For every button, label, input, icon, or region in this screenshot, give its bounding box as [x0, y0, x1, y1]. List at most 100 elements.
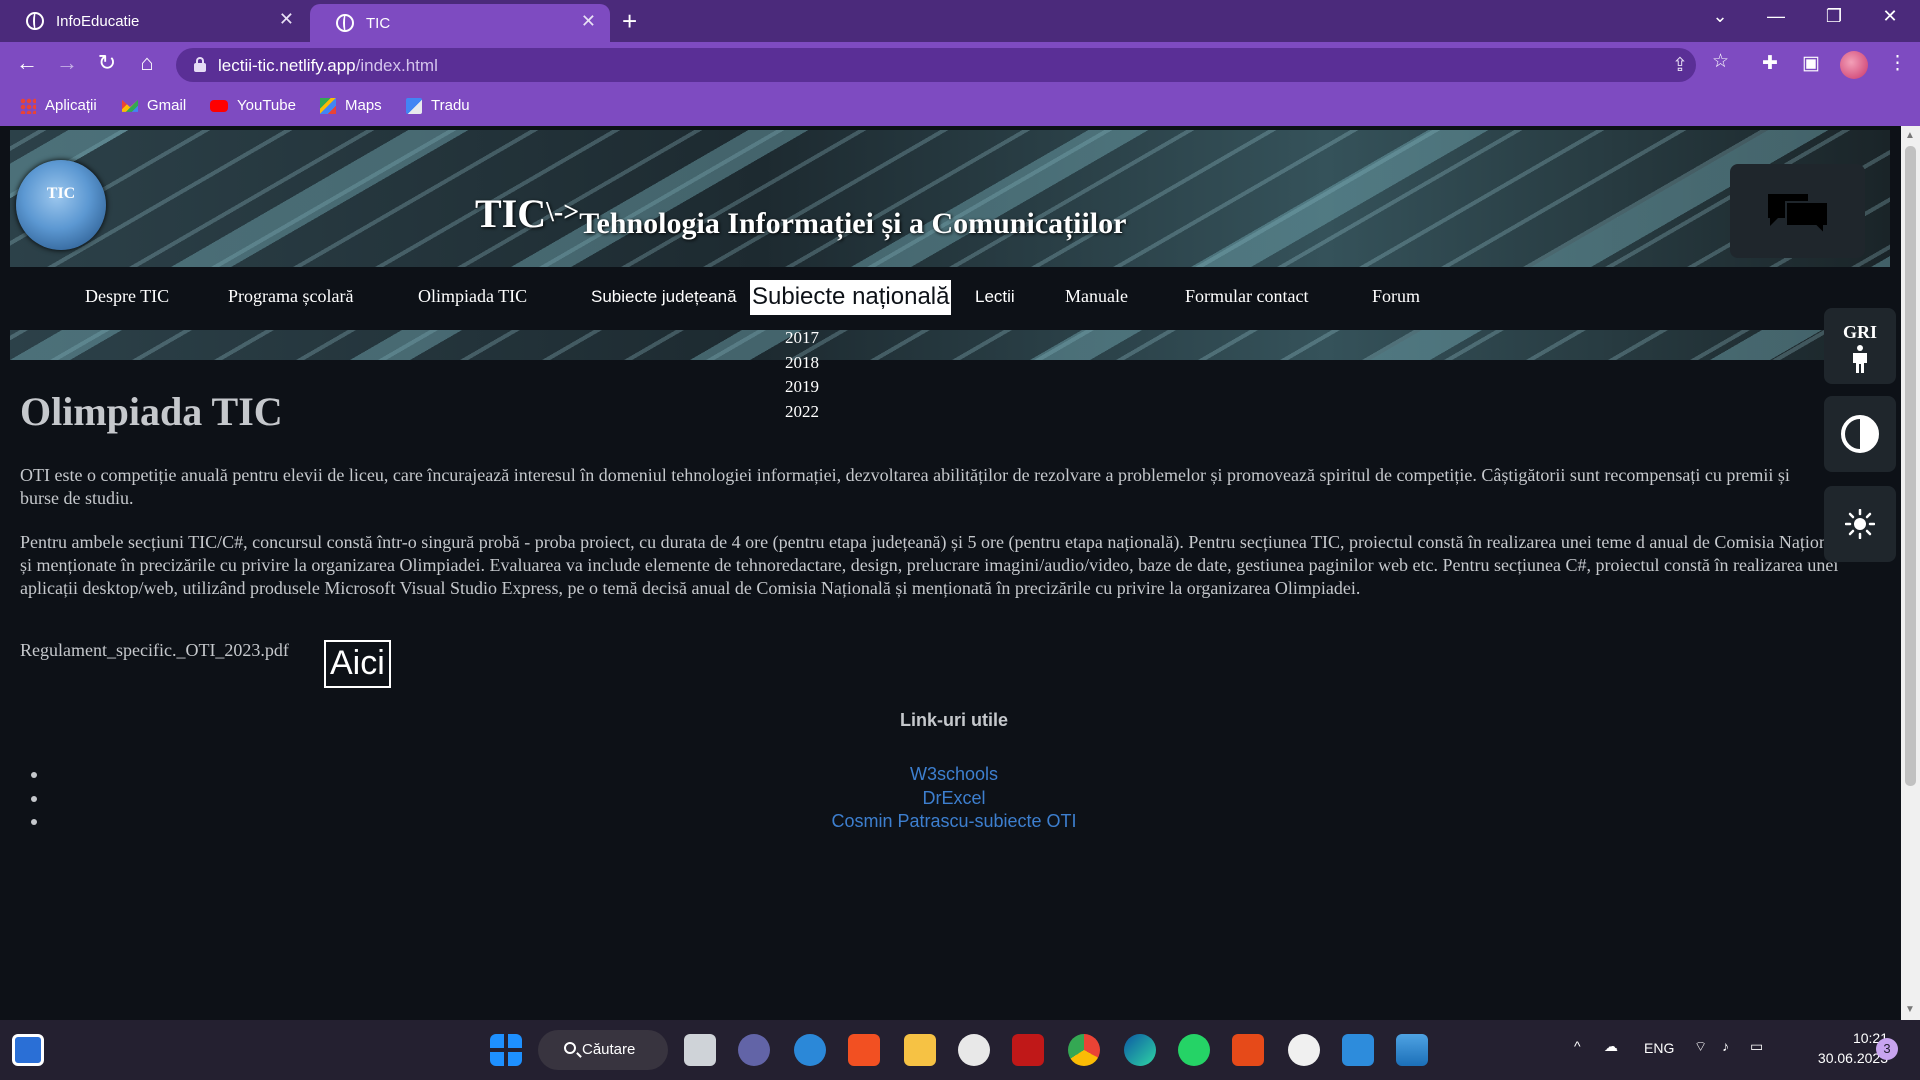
- intro-paragraph: OTI este o competiție anuală pentru elev…: [20, 465, 1790, 508]
- task-view-icon[interactable]: [684, 1034, 716, 1066]
- tab-infoeducatie[interactable]: InfoEducatie ✕: [0, 0, 308, 42]
- share-icon[interactable]: ⇪: [1672, 54, 1688, 77]
- contrast-button[interactable]: [1824, 396, 1896, 472]
- file-explorer-icon[interactable]: [904, 1034, 936, 1066]
- chat-bubbles-icon: [1768, 194, 1829, 234]
- tab-search-icon[interactable]: ⌄: [1700, 6, 1740, 27]
- edge-icon[interactable]: [1124, 1034, 1156, 1066]
- nav-manuale[interactable]: Manuale: [1065, 286, 1128, 307]
- windows-start-icon[interactable]: [490, 1034, 522, 1066]
- nav-formular-contact[interactable]: Formular contact: [1185, 286, 1308, 307]
- main-nav: Despre TIC Programa școlară Olimpiada TI…: [10, 267, 1890, 330]
- tab-strip: InfoEducatie ✕ TIC ✕ + ⌄ — ❐ ✕: [0, 0, 1920, 42]
- github-icon[interactable]: [1288, 1034, 1320, 1066]
- close-icon[interactable]: ✕: [279, 9, 294, 30]
- tab-tic[interactable]: TIC ✕: [310, 4, 610, 42]
- extensions-icon[interactable]: ✚: [1762, 52, 1778, 75]
- store-icon[interactable]: [848, 1034, 880, 1066]
- language-indicator[interactable]: ENG: [1644, 1040, 1674, 1056]
- bookmark-gmail[interactable]: Gmail: [122, 97, 186, 114]
- bookmark-maps[interactable]: Maps: [320, 97, 382, 114]
- help-icon[interactable]: [794, 1034, 826, 1066]
- globe-icon: [336, 14, 354, 32]
- taskbar-search[interactable]: Căutare: [538, 1030, 668, 1070]
- translate-icon: [406, 97, 422, 114]
- list-item: W3schools: [0, 763, 1901, 787]
- photos-icon[interactable]: [1396, 1034, 1428, 1066]
- site-title: TIC\->Tehnologia Informației și a Comuni…: [475, 191, 1127, 240]
- nav-subiecte-judeteana[interactable]: Subiecte județeană: [591, 287, 737, 307]
- details-paragraph: Pentru ambele secțiuni TIC/C#, concursul…: [20, 532, 1849, 598]
- chat-button[interactable]: [1730, 164, 1865, 258]
- back-button[interactable]: ←: [12, 50, 42, 76]
- chrome-icon[interactable]: [1068, 1034, 1100, 1066]
- brightness-button[interactable]: [1824, 486, 1896, 562]
- list-item: DrExcel: [0, 787, 1901, 811]
- profile-avatar[interactable]: [1840, 51, 1868, 79]
- search-icon: [564, 1042, 576, 1054]
- nav-olimpiada-tic[interactable]: Olimpiada TIC: [418, 286, 527, 307]
- page-scrollbar[interactable]: ▲ ▼: [1901, 126, 1920, 1020]
- sun-icon: [1845, 509, 1875, 539]
- nav-lectii[interactable]: Lectii: [975, 287, 1015, 307]
- bookmark-apps[interactable]: Aplicații: [20, 97, 97, 114]
- youtube-icon: [210, 99, 228, 112]
- scrollbar-thumb[interactable]: [1905, 146, 1916, 786]
- close-icon[interactable]: ✕: [581, 11, 596, 32]
- bookmark-translate[interactable]: Tradu: [406, 97, 470, 114]
- teams-chat-icon[interactable]: [738, 1034, 770, 1066]
- nav-programa-scolara[interactable]: Programa școlară: [228, 286, 353, 307]
- link-w3schools[interactable]: W3schools: [910, 764, 998, 784]
- tray-chevron-icon[interactable]: ^: [1574, 1038, 1581, 1054]
- useful-links-list: W3schools DrExcel Cosmin Patrascu-subiec…: [0, 763, 1901, 834]
- link-cosmin-patrascu[interactable]: Cosmin Patrascu-subiecte OTI: [831, 811, 1076, 831]
- bookmark-youtube[interactable]: YouTube: [210, 97, 296, 114]
- scroll-up-arrow-icon[interactable]: ▲: [1905, 130, 1915, 141]
- widgets-icon[interactable]: [12, 1034, 44, 1066]
- reload-button[interactable]: ↻: [92, 50, 122, 76]
- page-title: Olimpiada TIC: [20, 389, 283, 434]
- mcafee-icon[interactable]: [1012, 1034, 1044, 1066]
- scroll-down-arrow-icon[interactable]: ▼: [1905, 1004, 1915, 1015]
- address-bar[interactable]: lectii-tic.netlify.app/index.html ⇪: [176, 48, 1696, 82]
- side-panel-icon[interactable]: ▣: [1802, 52, 1820, 75]
- notification-badge[interactable]: 3: [1876, 1038, 1898, 1060]
- onedrive-icon[interactable]: ☁: [1604, 1038, 1618, 1055]
- menu-dots-icon[interactable]: ⋮: [1888, 52, 1907, 75]
- dropdown-item-2019[interactable]: 2019: [785, 375, 819, 400]
- dropdown-item-2022[interactable]: 2022: [785, 400, 819, 425]
- list-item: Cosmin Patrascu-subiecte OTI: [0, 810, 1901, 834]
- bookmark-star-icon[interactable]: ☆: [1712, 50, 1729, 73]
- regulament-filename: Regulament_specific._OTI_2023.pdf: [20, 640, 289, 660]
- battery-icon[interactable]: ▭: [1750, 1038, 1763, 1055]
- forward-button[interactable]: →: [52, 50, 82, 76]
- volume-icon[interactable]: ♪: [1722, 1038, 1729, 1054]
- dropdown-item-2018[interactable]: 2018: [785, 351, 819, 376]
- clock-date[interactable]: 30.06.2023: [1790, 1050, 1888, 1066]
- office-icon[interactable]: [1232, 1034, 1264, 1066]
- app-icon[interactable]: [958, 1034, 990, 1066]
- minimize-button[interactable]: —: [1756, 6, 1796, 27]
- useful-links-title: Link-uri utile: [900, 710, 1008, 730]
- aici-download-button[interactable]: Aici: [324, 640, 391, 688]
- link-drexcel[interactable]: DrExcel: [922, 788, 985, 808]
- new-tab-button[interactable]: +: [622, 6, 637, 37]
- vscode-icon[interactable]: [1342, 1034, 1374, 1066]
- nationala-dropdown: 2017 2018 2019 2022: [785, 326, 819, 424]
- nav-forum[interactable]: Forum: [1372, 286, 1420, 307]
- gmail-icon: [122, 99, 138, 112]
- whatsapp-icon[interactable]: [1178, 1034, 1210, 1066]
- dropdown-item-2017[interactable]: 2017: [785, 326, 819, 351]
- lock-icon[interactable]: [194, 57, 206, 72]
- url-text[interactable]: lectii-tic.netlify.app/index.html: [218, 56, 438, 76]
- wifi-icon[interactable]: ⌔: [1694, 1038, 1707, 1056]
- nav-despre-tic[interactable]: Despre TIC: [85, 286, 169, 307]
- restore-button[interactable]: ❐: [1814, 6, 1854, 27]
- close-window-button[interactable]: ✕: [1870, 6, 1910, 27]
- site-logo[interactable]: TIC: [16, 160, 106, 250]
- maps-icon: [320, 97, 336, 114]
- home-button[interactable]: ⌂: [132, 50, 162, 76]
- grayscale-button[interactable]: GRI: [1824, 308, 1896, 384]
- nav-subiecte-nationala[interactable]: Subiecte națională: [750, 280, 952, 315]
- browser-toolbar: ← → ↻ ⌂ lectii-tic.netlify.app/index.htm…: [0, 42, 1920, 88]
